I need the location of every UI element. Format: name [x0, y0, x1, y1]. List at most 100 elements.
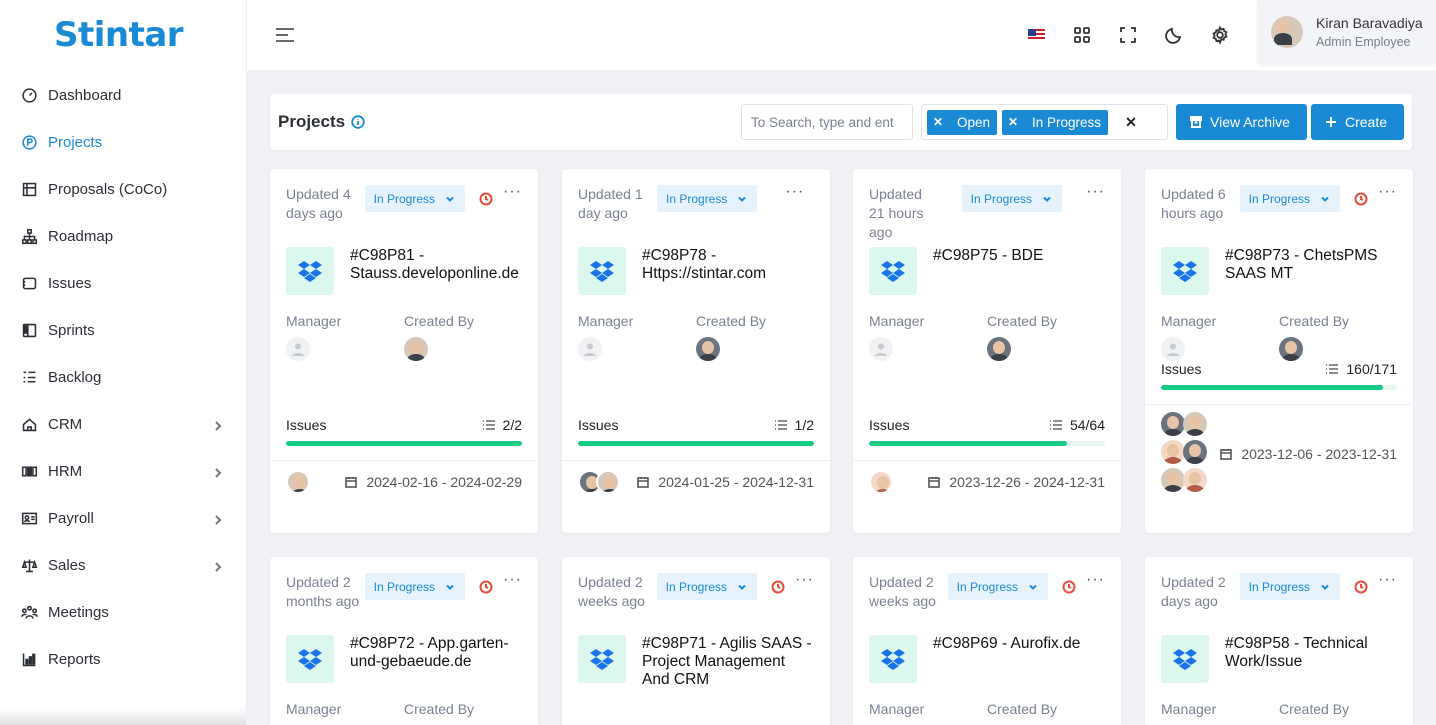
sidebar-item-reports[interactable]: Reports	[0, 636, 246, 683]
project-card[interactable]: Updated 2 weeks ago In Progress ··· #C98…	[562, 557, 830, 725]
more-options-icon[interactable]: ···	[795, 572, 814, 588]
sidebar-item-hrm[interactable]: HRM	[0, 448, 246, 495]
status-dropdown[interactable]: In Progress	[1239, 573, 1341, 600]
overdue-clock-icon	[479, 580, 493, 594]
status-dropdown[interactable]: In Progress	[364, 185, 466, 212]
updated-time: Updated 1 day ago	[578, 186, 643, 221]
project-card[interactable]: Updated 2 weeks ago In Progress ··· #C98…	[853, 557, 1121, 725]
project-name[interactable]: #C98P72 - App.garten-und-gebaeude.de	[350, 635, 522, 671]
project-name[interactable]: #C98P69 - Aurofix.de	[933, 635, 1080, 653]
created-by-label: Created By	[1279, 313, 1350, 329]
sidebar-item-label: HRM	[48, 463, 83, 480]
creator-avatar[interactable]	[1279, 337, 1303, 361]
status-dropdown[interactable]: In Progress	[364, 573, 466, 600]
remove-filter-icon[interactable]: ✕	[927, 115, 949, 129]
created-by-label: Created By	[987, 313, 1058, 329]
dropbox-icon	[578, 247, 626, 295]
payroll-icon	[20, 510, 38, 528]
chevron-down-icon	[1321, 584, 1329, 590]
remove-filter-icon[interactable]: ✕	[1002, 115, 1024, 129]
backlog-icon	[20, 369, 38, 387]
creator-avatar[interactable]	[404, 337, 428, 361]
sidebar-item-payroll[interactable]: Payroll	[0, 495, 246, 542]
create-project-button[interactable]: Create	[1311, 104, 1404, 140]
overdue-clock-icon	[1354, 192, 1368, 206]
brand-logo[interactable]: Stintar	[0, 0, 246, 70]
dropbox-icon	[286, 247, 334, 295]
sidebar-item-issues[interactable]: Issues	[0, 260, 246, 307]
more-options-icon[interactable]: ···	[1086, 572, 1105, 588]
more-options-icon[interactable]: ···	[503, 184, 522, 200]
member-avatar[interactable]	[1161, 411, 1185, 436]
member-avatar[interactable]	[596, 470, 620, 494]
more-options-icon[interactable]: ···	[785, 184, 804, 200]
calendar-icon	[1220, 448, 1233, 460]
status-dropdown[interactable]: In Progress	[1239, 185, 1341, 212]
chevron-down-icon	[738, 196, 747, 202]
project-card[interactable]: Updated 4 days ago In Progress ··· #C98P…	[270, 169, 538, 533]
creator-avatar[interactable]	[696, 337, 720, 361]
sidebar-item-sales[interactable]: Sales	[0, 542, 246, 589]
created-by-label: Created By	[987, 701, 1058, 717]
created-by-label: Created By	[1279, 701, 1350, 717]
sidebar-item-crm[interactable]: CRM	[0, 401, 246, 448]
member-avatar[interactable]	[286, 470, 310, 494]
sidebar-item-label: Projects	[48, 134, 103, 151]
status-dropdown[interactable]: In Progress	[961, 185, 1063, 212]
member-avatar[interactable]	[869, 470, 893, 494]
apps-grid-icon[interactable]	[1059, 12, 1105, 58]
language-flag-icon[interactable]	[1013, 12, 1059, 58]
status-label: In Progress	[666, 191, 728, 206]
member-avatar[interactable]	[1183, 467, 1207, 492]
member-avatar[interactable]	[1183, 439, 1207, 464]
menu-toggle-icon[interactable]	[274, 26, 296, 44]
clear-filters-icon[interactable]: ✕	[1125, 114, 1137, 131]
settings-gear-icon[interactable]	[1197, 12, 1243, 58]
more-options-icon[interactable]: ···	[1378, 184, 1397, 200]
status-label: In Progress	[373, 579, 436, 594]
project-name[interactable]: #C98P73 - ChetsPMS SAAS MT	[1225, 247, 1397, 283]
sidebar-item-sprints[interactable]: Sprints	[0, 307, 246, 354]
more-options-icon[interactable]: ···	[503, 572, 522, 588]
creator-avatar[interactable]	[987, 337, 1011, 361]
member-avatar[interactable]	[1183, 411, 1207, 436]
status-filter[interactable]: ✕ Open ✕ In Progress ✕	[921, 104, 1168, 140]
view-archive-button[interactable]: View Archive	[1176, 104, 1307, 140]
project-name[interactable]: #C98P71 - Agilis SAAS - Project Manageme…	[642, 635, 814, 689]
sidebar-item-backlog[interactable]: Backlog	[0, 354, 246, 401]
project-name[interactable]: #C98P75 - BDE	[933, 247, 1043, 265]
issues-count: 2/2	[502, 417, 522, 433]
status-dropdown[interactable]: In Progress	[947, 573, 1049, 600]
date-range: 2024-02-16 - 2024-02-29	[366, 474, 522, 490]
project-card[interactable]: Updated 2 months ago In Progress ··· #C9…	[270, 557, 538, 725]
sidebar-item-meetings[interactable]: Meetings	[0, 589, 246, 636]
member-avatar[interactable]	[1161, 439, 1185, 464]
search-input[interactable]	[741, 104, 913, 140]
filter-chip-in-progress[interactable]: ✕ In Progress	[1002, 109, 1109, 135]
more-options-icon[interactable]: ···	[1086, 184, 1105, 200]
project-card[interactable]: Updated 6 hours ago In Progress ··· #C98…	[1145, 169, 1413, 533]
project-name[interactable]: #C98P81 - Stauss.developonline.de	[350, 247, 522, 283]
project-card[interactable]: Updated 21 hours ago In Progress ··· #C9…	[853, 169, 1121, 533]
user-avatar	[1271, 16, 1303, 48]
project-card[interactable]: Updated 2 days ago In Progress ··· #C98P…	[1145, 557, 1413, 725]
project-card[interactable]: Updated 1 day ago In Progress ··· #C98P7…	[562, 169, 830, 533]
filter-chip-open[interactable]: ✕ Open	[927, 109, 998, 135]
sidebar-item-projects[interactable]: Projects	[0, 119, 246, 166]
status-dropdown[interactable]: In Progress	[656, 573, 758, 600]
list-icon	[1049, 420, 1062, 430]
calendar-icon	[345, 477, 358, 488]
info-icon[interactable]	[351, 115, 365, 129]
user-menu[interactable]: Kiran Baravadiya Admin Employee	[1257, 0, 1436, 64]
project-name[interactable]: #C98P58 - Technical Work/Issue	[1225, 635, 1397, 671]
manager-label: Manager	[869, 313, 925, 329]
project-name[interactable]: #C98P78 - Https://stintar.com	[642, 247, 814, 283]
sidebar-item-dashboard[interactable]: Dashboard	[0, 72, 246, 119]
sidebar-item-proposals[interactable]: Proposals (CoCo)	[0, 166, 246, 213]
member-avatar[interactable]	[1161, 467, 1185, 492]
status-dropdown[interactable]: In Progress	[657, 185, 758, 212]
dark-mode-moon-icon[interactable]	[1151, 12, 1197, 58]
more-options-icon[interactable]: ···	[1378, 572, 1397, 588]
fullscreen-icon[interactable]	[1105, 12, 1151, 58]
sidebar-item-roadmap[interactable]: Roadmap	[0, 213, 246, 260]
